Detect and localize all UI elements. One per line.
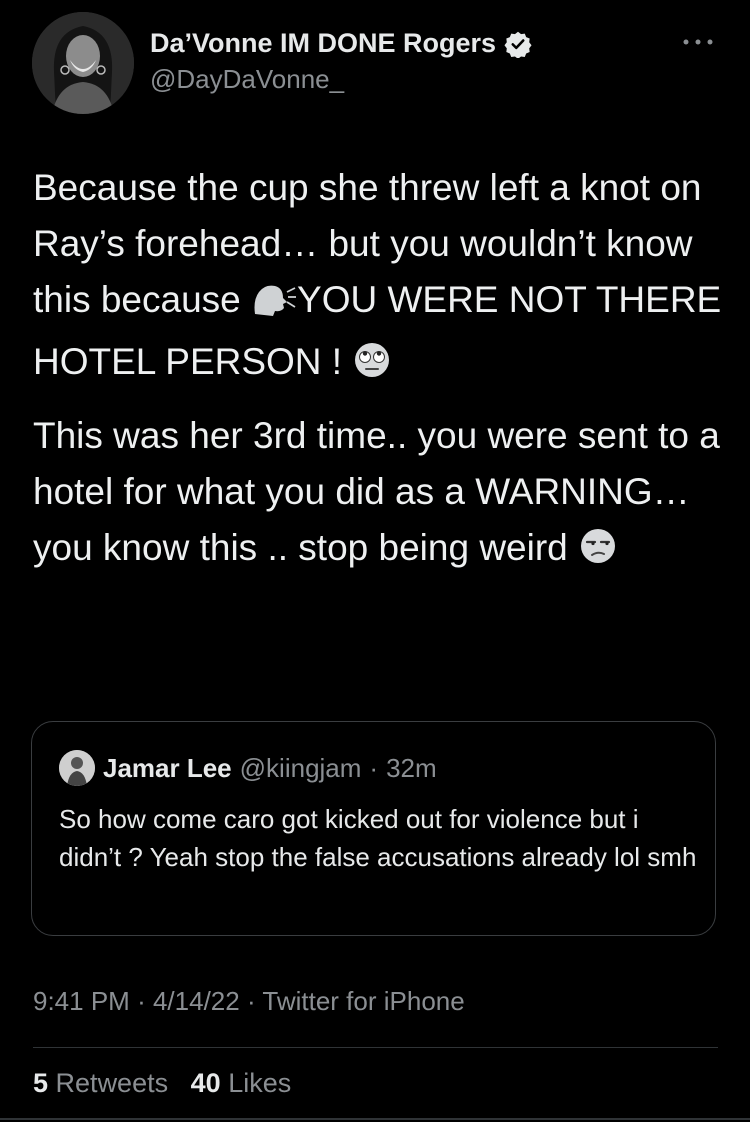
retweets-count: 5 (33, 1068, 49, 1098)
tweet-date[interactable]: 4/14/22 (153, 986, 240, 1016)
author-name[interactable]: Da’Vonne IM DONE Rogers (150, 28, 496, 59)
retweets-label: Retweets (55, 1068, 169, 1098)
quoted-author-avatar (59, 750, 95, 786)
author-avatar[interactable] (32, 12, 134, 114)
tweet-paragraph-1: Because the cup she threw left a knot on… (33, 160, 723, 396)
likes-count: 40 (190, 1068, 221, 1098)
author-handle[interactable]: @DayDaVonne_ (150, 64, 344, 95)
tweet-stats: 5 Retweets 40 Likes (33, 1068, 291, 1099)
likes-stat[interactable]: 40 Likes (191, 1068, 292, 1098)
quoted-time: 32m (386, 752, 437, 783)
more-options-icon[interactable] (680, 32, 716, 52)
meta-separator-1: · (137, 986, 146, 1016)
quoted-tweet-header: Jamar Lee @kiingjam · 32m (59, 750, 437, 786)
meta-separator-2: · (246, 986, 256, 1016)
tweet-text: Because the cup she threw left a knot on… (33, 160, 723, 594)
quoted-tweet-card[interactable]: Jamar Lee @kiingjam · 32m So how come ca… (31, 721, 716, 936)
tweet-time[interactable]: 9:41 PM (33, 986, 130, 1016)
divider (33, 1047, 718, 1048)
verified-badge-icon (504, 30, 532, 59)
author-name-row[interactable]: Da’Vonne IM DONE Rogers (150, 28, 532, 59)
quoted-tweet-text: So how come caro got kicked out for viol… (59, 804, 697, 872)
tweet-paragraph-2: This was her 3rd time.. you were sent to… (33, 408, 723, 582)
speaking-head-icon (251, 278, 297, 334)
bottom-divider (0, 1118, 750, 1120)
likes-label: Likes (228, 1068, 292, 1098)
quoted-separator: · (369, 752, 379, 783)
unamused-face-icon (578, 526, 618, 582)
quoted-author-handle: @kiingjam (239, 752, 362, 783)
tweet-source[interactable]: Twitter for iPhone (262, 986, 464, 1016)
retweets-stat[interactable]: 5 Retweets (33, 1068, 168, 1098)
tweet-meta: 9:41 PM · 4/14/22 · Twitter for iPhone (33, 986, 465, 1017)
eye-roll-icon (352, 340, 392, 396)
quoted-author-name: Jamar Lee (103, 752, 232, 783)
